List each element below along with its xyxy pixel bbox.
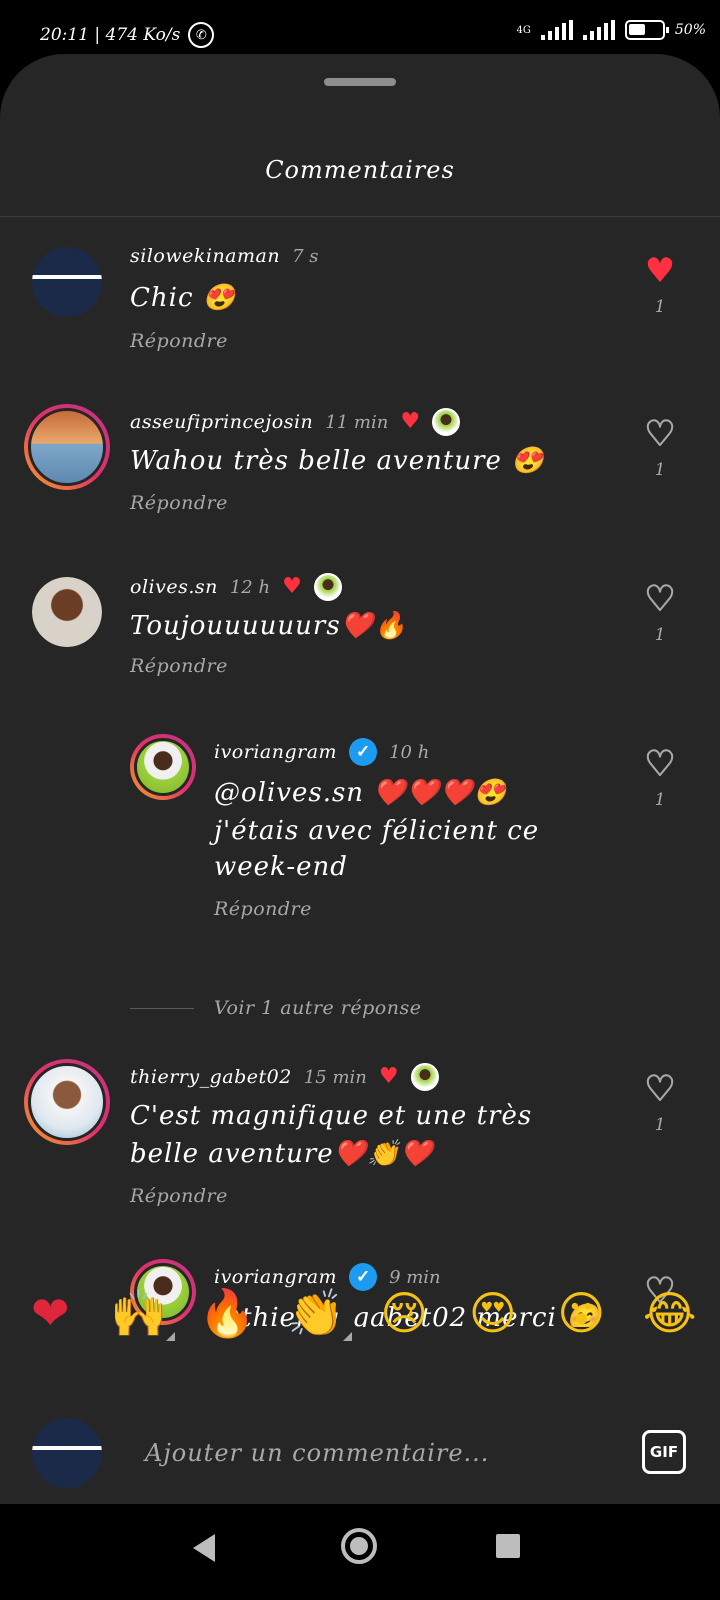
- like-button[interactable]: ♥ 1: [630, 414, 690, 480]
- comment-text-line: @olives.sn ❤️❤️❤️😍: [214, 778, 507, 808]
- comments-list[interactable]: silowekinaman 7 s Chic 😍 Répondre ♥ 1 as…: [0, 217, 720, 1327]
- author-liked-heart-icon: ♥: [378, 1064, 399, 1089]
- skin-tone-indicator-icon: [165, 1331, 175, 1341]
- like-count: 1: [654, 625, 666, 645]
- comment-meta: silowekinaman 7 s: [130, 245, 319, 267]
- avatar-story-ring[interactable]: [24, 1059, 110, 1145]
- like-count: 1: [654, 790, 666, 810]
- view-more-line: [130, 1007, 194, 1009]
- avatar-image: [32, 247, 102, 317]
- like-button[interactable]: ♥ 1: [630, 579, 690, 645]
- author-liked-heart-icon: ♥: [282, 574, 302, 599]
- reaction-crying[interactable]: 😢: [364, 1286, 444, 1340]
- skin-tone-indicator-icon: [342, 1331, 352, 1341]
- comment-text: Wahou très belle aventure 😍: [130, 446, 545, 476]
- reply-button[interactable]: Répondre: [130, 330, 228, 352]
- avatar-story-ring[interactable]: [24, 404, 110, 490]
- avatar-image: [28, 1063, 106, 1141]
- reaction-surprised[interactable]: 😮: [541, 1286, 621, 1340]
- reply-button[interactable]: Répondre: [130, 655, 228, 677]
- battery-icon: [624, 20, 669, 40]
- signal-icon: [540, 20, 573, 40]
- comment-input[interactable]: Ajouter un commentaire...: [145, 1439, 489, 1467]
- reaction-heart[interactable]: ❤: [10, 1286, 90, 1340]
- reply-button[interactable]: Répondre: [214, 898, 312, 920]
- reaction-heart-eyes[interactable]: 😍: [453, 1286, 533, 1340]
- system-nav-bar: [0, 1504, 720, 1600]
- comment-meta: olives.sn 12 h ♥: [130, 573, 342, 601]
- avatar[interactable]: [32, 577, 102, 647]
- avatar-image: [28, 408, 106, 486]
- comment-username[interactable]: silowekinaman: [130, 245, 280, 267]
- view-more-replies[interactable]: Voir 1 autre réponse: [130, 997, 421, 1019]
- heart-outline-icon: ♥: [644, 744, 676, 784]
- battery-level: 50%: [674, 22, 706, 38]
- sheet-drag-handle[interactable]: [324, 78, 396, 86]
- heart-filled-icon: ♥: [644, 251, 676, 291]
- like-count: 1: [654, 297, 666, 317]
- recents-icon[interactable]: [496, 1534, 520, 1558]
- comment-time: 15 min: [303, 1066, 367, 1088]
- comment-username[interactable]: asseufiprincejosin: [130, 411, 313, 433]
- comment-username[interactable]: olives.sn: [130, 576, 218, 598]
- status-left: 20:11 | 474 Ko/s ✆: [40, 22, 215, 48]
- quick-reactions-bar: ❤ 🙌 🔥 👏 😢 😍 😮 😂: [0, 1271, 720, 1355]
- reaction-raised-hands-glyph: 🙌: [110, 1285, 168, 1340]
- comment-time: 10 h: [389, 741, 430, 763]
- avatar-story-ring[interactable]: [130, 734, 196, 800]
- reaction-clap-glyph: 👏: [287, 1285, 345, 1340]
- comment-time: 11 min: [325, 411, 389, 433]
- reaction-laughing[interactable]: 😂: [630, 1286, 710, 1340]
- author-mini-avatar: [410, 1063, 439, 1091]
- comment-meta: ivoriangram ✓ 10 h: [214, 738, 429, 766]
- home-icon[interactable]: [341, 1528, 377, 1564]
- verified-badge-icon: ✓: [349, 738, 378, 766]
- avatar-image: [32, 577, 102, 647]
- signal-icon-2: [582, 20, 615, 40]
- status-right: 4G 50%: [517, 20, 706, 40]
- comment-text: Chic 😍: [130, 283, 237, 313]
- heart-outline-icon: ♥: [644, 579, 676, 619]
- comment-time: 7 s: [292, 245, 319, 267]
- comment-meta: thierry_gabet02 15 min ♥: [130, 1063, 439, 1091]
- reply-button[interactable]: Répondre: [130, 492, 228, 514]
- comment-username[interactable]: ivoriangram: [214, 741, 337, 763]
- network-label: 4G: [516, 24, 531, 36]
- avatar-image: [134, 738, 192, 796]
- like-button[interactable]: ♥ 1: [630, 1069, 690, 1135]
- author-liked-heart-icon: ♥: [400, 409, 421, 434]
- heart-outline-icon: ♥: [644, 1069, 676, 1109]
- avatar[interactable]: [32, 247, 102, 317]
- like-count: 1: [654, 1115, 666, 1135]
- like-count: 1: [654, 460, 666, 480]
- current-user-avatar: [32, 1418, 102, 1488]
- view-more-label: Voir 1 autre réponse: [214, 997, 422, 1019]
- like-button[interactable]: ♥ 1: [630, 253, 690, 317]
- comment-composer: Ajouter un commentaire... GIF: [0, 1355, 720, 1505]
- heart-outline-icon: ♥: [644, 414, 676, 454]
- back-icon[interactable]: [193, 1534, 215, 1562]
- gif-button[interactable]: GIF: [642, 1430, 686, 1474]
- comment-text-line: C'est magnifique et une très: [130, 1101, 533, 1131]
- reaction-fire[interactable]: 🔥: [187, 1286, 267, 1341]
- comment-text-line: belle aventure❤️👏❤️: [130, 1139, 434, 1169]
- comment-text-line: j'étais avec félicient ce: [214, 816, 540, 846]
- avatar-image: [32, 1418, 102, 1488]
- comment-username[interactable]: thierry_gabet02: [130, 1066, 292, 1088]
- reaction-raised-hands[interactable]: 🙌: [99, 1286, 179, 1341]
- comment-meta: asseufiprincejosin 11 min ♥: [130, 408, 461, 436]
- comment-time: 12 h: [229, 576, 271, 598]
- like-button[interactable]: ♥ 1: [630, 744, 690, 810]
- author-mini-avatar: [432, 408, 461, 436]
- comment-text-line: week-end: [214, 852, 348, 882]
- reply-button[interactable]: Répondre: [130, 1185, 228, 1207]
- author-mini-avatar: [313, 573, 342, 601]
- comment-text: Toujouuuuuurs❤️🔥: [130, 611, 408, 641]
- reaction-clap[interactable]: 👏: [276, 1286, 356, 1341]
- status-time: 20:11 | 474 Ko/s: [40, 25, 181, 45]
- whatsapp-icon: ✆: [188, 22, 215, 48]
- sheet-title: Commentaires: [265, 156, 455, 184]
